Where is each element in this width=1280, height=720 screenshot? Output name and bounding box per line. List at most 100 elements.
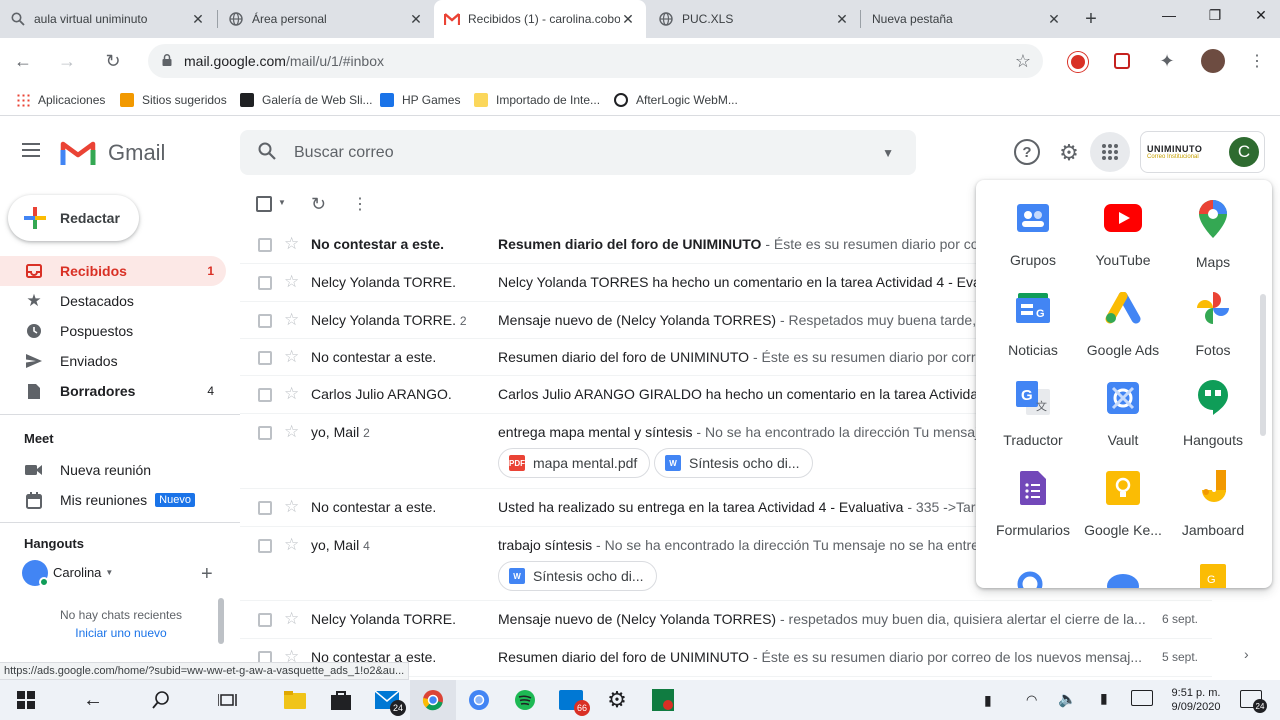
app-translate[interactable]: G文 Traductor xyxy=(988,360,1078,448)
task-view-icon[interactable] xyxy=(205,680,251,720)
settings-gear-icon[interactable]: ⚙ xyxy=(594,680,640,720)
search-input[interactable]: Buscar correo xyxy=(294,144,394,162)
select-dropdown-icon[interactable]: ▼ xyxy=(278,198,286,207)
app-forms[interactable]: Formularios xyxy=(988,450,1078,538)
attachment-chip[interactable]: W Síntesis ocho di... xyxy=(654,448,813,478)
profile-avatar[interactable] xyxy=(1201,49,1225,73)
attachment-chip[interactable]: PDF mapa mental.pdf xyxy=(498,448,651,478)
notifications-icon[interactable]: 24 xyxy=(1240,690,1267,713)
outlook-icon[interactable]: 66 xyxy=(548,680,594,720)
apps-panel-scrollbar[interactable] xyxy=(1260,294,1266,436)
star-icon[interactable]: ☆ xyxy=(284,535,299,555)
attachment-chip[interactable]: W Síntesis ocho di... xyxy=(498,561,657,591)
close-window-button[interactable]: ✕ xyxy=(1238,0,1280,30)
browser-tab[interactable]: aula virtual uniminuto ✕ xyxy=(0,0,216,38)
meet-my-meetings[interactable]: Mis reuniones Nuevo xyxy=(0,485,226,515)
side-panel-expand-icon[interactable]: › xyxy=(1244,646,1249,662)
file-explorer-icon[interactable] xyxy=(272,680,318,720)
browser-tab[interactable]: Área personal ✕ xyxy=(218,0,434,38)
more-actions-icon[interactable]: ⋮ xyxy=(352,194,368,214)
search-bar[interactable]: Buscar correo ▼ xyxy=(240,130,916,175)
email-checkbox[interactable] xyxy=(258,276,272,290)
close-tab-icon[interactable]: ✕ xyxy=(190,11,206,27)
hangouts-user-avatar[interactable] xyxy=(22,560,49,587)
browser-tab-active[interactable]: Recibidos (1) - carolina.cobo ✕ xyxy=(434,0,646,38)
search-app-icon[interactable] xyxy=(1016,568,1050,588)
google-apps-button[interactable] xyxy=(1090,132,1130,172)
app-hangouts[interactable]: Hangouts xyxy=(1168,360,1258,448)
reload-button[interactable]: ↻ xyxy=(98,46,128,76)
sidebar-item-starred[interactable]: ★ Destacados xyxy=(0,286,226,316)
compose-button[interactable]: Redactar xyxy=(8,195,139,241)
bookmark-item[interactable]: Galería de Web Sli... xyxy=(240,92,373,108)
chrome-icon[interactable] xyxy=(410,680,456,720)
star-icon[interactable]: ☆ xyxy=(284,347,299,367)
clock[interactable]: 9:51 p. m. 9/09/2020 xyxy=(1166,686,1226,714)
app-youtube[interactable]: YouTube xyxy=(1078,180,1168,268)
app-jamboard[interactable]: Jamboard xyxy=(1168,450,1258,538)
help-icon[interactable]: ? xyxy=(1014,139,1040,165)
keyboard-icon[interactable] xyxy=(1131,690,1153,706)
email-checkbox[interactable] xyxy=(258,351,272,365)
hangouts-user[interactable]: Carolina ▼ xyxy=(53,565,113,580)
app-keep[interactable]: Google Ke... xyxy=(1078,450,1168,538)
battery-icon[interactable]: ▮ xyxy=(984,692,992,709)
account-switcher[interactable]: UNIMINUTO Correo Institucional C xyxy=(1140,131,1265,173)
email-checkbox[interactable] xyxy=(258,539,272,553)
main-menu-icon[interactable] xyxy=(22,142,44,160)
star-icon[interactable]: ☆ xyxy=(284,609,299,629)
email-checkbox[interactable] xyxy=(258,388,272,402)
minimize-button[interactable]: — xyxy=(1146,0,1192,30)
search-options-icon[interactable]: ▼ xyxy=(882,146,894,160)
maximize-button[interactable]: ❐ xyxy=(1192,0,1238,30)
star-icon[interactable]: ☆ xyxy=(284,422,299,442)
email-checkbox[interactable] xyxy=(258,426,272,440)
star-icon[interactable]: ☆ xyxy=(284,310,299,330)
browser-tab[interactable]: PUC.XLS ✕ xyxy=(648,0,860,38)
star-icon[interactable]: ☆ xyxy=(284,272,299,292)
app-maps[interactable]: Maps xyxy=(1168,180,1258,270)
chrome-profile-icon[interactable] xyxy=(456,680,502,720)
wifi-icon[interactable]: ◠ xyxy=(1026,692,1037,708)
add-chat-icon[interactable]: + xyxy=(201,563,213,586)
email-checkbox[interactable] xyxy=(258,314,272,328)
mail-app-icon[interactable]: 24 xyxy=(364,680,410,720)
pocket-extension-icon[interactable] xyxy=(1114,53,1130,69)
app-news[interactable]: G Noticias xyxy=(988,270,1078,358)
bookmark-item[interactable]: Importado de Inte... xyxy=(474,92,600,108)
new-tab-button[interactable]: + xyxy=(1080,8,1102,30)
gmail-logo[interactable]: Gmail xyxy=(60,138,180,168)
refresh-icon[interactable]: ↻ xyxy=(311,194,326,215)
app-google-ads[interactable]: Google Ads xyxy=(1078,270,1168,358)
email-row[interactable]: ☆ Nelcy Yolanda TORRE. Mensaje nuevo de (… xyxy=(240,601,1212,639)
start-chat-link[interactable]: Iniciar uno nuevo xyxy=(24,626,218,640)
sidebar-scrollbar[interactable] xyxy=(218,598,224,644)
bookmark-item[interactable]: Sitios sugeridos xyxy=(120,92,227,108)
bookmark-star-icon[interactable]: ☆ xyxy=(1015,51,1031,72)
meet-new-meeting[interactable]: Nueva reunión xyxy=(0,455,226,485)
address-bar[interactable]: mail.google.com/mail/u/1/#inbox ☆ xyxy=(148,44,1043,78)
sidebar-item-inbox[interactable]: Recibidos 1 xyxy=(0,256,226,286)
search-icon[interactable] xyxy=(258,142,276,163)
taskbar-search-icon[interactable] xyxy=(138,680,184,720)
star-icon[interactable]: ☆ xyxy=(284,384,299,404)
slides-app-icon[interactable]: G xyxy=(1200,564,1226,588)
store-icon[interactable] xyxy=(318,680,364,720)
close-tab-icon[interactable]: ✕ xyxy=(834,11,850,27)
star-icon[interactable]: ☆ xyxy=(284,497,299,517)
volume-icon[interactable]: 🔈 xyxy=(1058,690,1077,708)
puzzle-extensions-icon[interactable]: ✦ xyxy=(1156,50,1178,72)
app-icon[interactable] xyxy=(640,680,686,720)
email-checkbox[interactable] xyxy=(258,238,272,252)
app-photos[interactable]: Fotos xyxy=(1168,270,1258,358)
bookmark-item[interactable]: Aplicaciones xyxy=(16,92,105,108)
bookmark-item[interactable]: HP Games xyxy=(380,92,460,108)
microphone-icon[interactable]: ▮ xyxy=(1100,690,1108,707)
sidebar-item-sent[interactable]: Enviados xyxy=(0,346,226,376)
sidebar-item-snoozed[interactable]: Pospuestos xyxy=(0,316,226,346)
close-tab-icon[interactable]: ✕ xyxy=(408,11,424,27)
windows-start-icon[interactable] xyxy=(3,680,49,720)
sidebar-item-drafts[interactable]: Borradores 4 xyxy=(0,376,226,406)
settings-gear-icon[interactable]: ⚙ xyxy=(1056,140,1082,166)
email-checkbox[interactable] xyxy=(258,613,272,627)
